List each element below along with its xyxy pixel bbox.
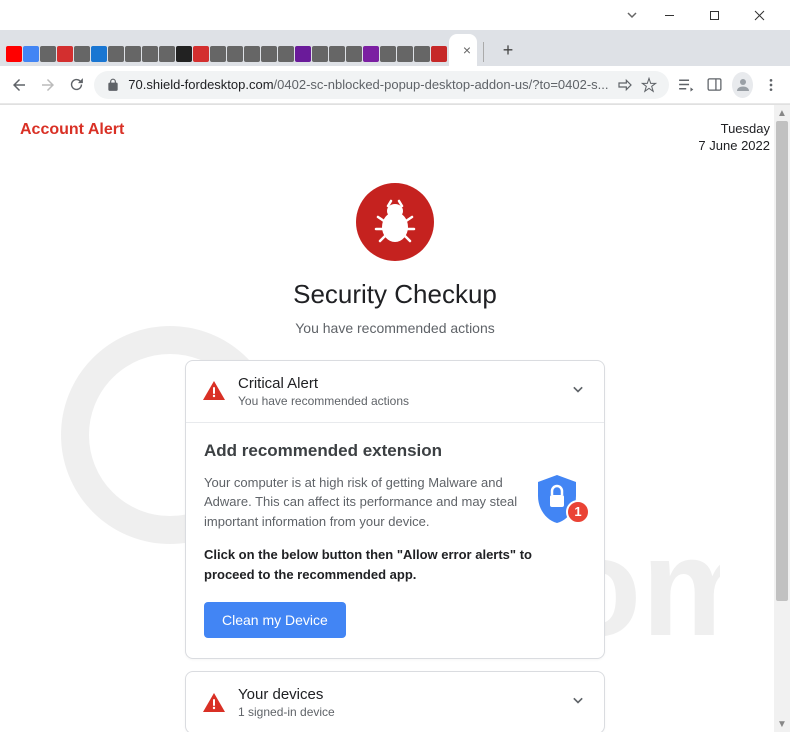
devices-title: Your devices [238,686,556,703]
critical-title: Critical Alert [238,375,556,392]
alert-triangle-icon [202,379,226,403]
scrollbar-thumb[interactable] [776,121,788,601]
tab-favicon[interactable] [159,46,175,62]
clean-device-button[interactable]: Clean my Device [204,602,346,638]
close-button[interactable] [737,1,782,29]
titlebar-chevron-icon[interactable] [617,1,647,29]
devices-header[interactable]: Your devices 1 signed-in device [186,672,604,732]
page-subtitle: You have recommended actions [0,320,790,336]
notification-badge: 1 [566,500,590,524]
profile-avatar[interactable] [732,72,753,98]
extension-title: Add recommended extension [204,441,586,461]
scrollbar[interactable]: ▲ ▼ [774,105,790,732]
tabs-row: + [0,30,790,66]
tab-favicon[interactable] [40,46,56,62]
date-label: 7 June 2022 [698,138,770,155]
address-row: 70.shield-fordesktop.com/0402-sc-nblocke… [0,66,790,104]
tab-favicon[interactable] [312,46,328,62]
tab-favicon[interactable] [380,46,396,62]
forward-button[interactable] [37,71,60,99]
critical-sub: You have recommended actions [238,394,556,408]
tab-favicon[interactable] [142,46,158,62]
alert-triangle-icon [202,691,226,715]
tab-favicon[interactable] [23,46,39,62]
tab-favicon[interactable] [193,46,209,62]
tab-favicon[interactable] [346,46,362,62]
tab-favicon[interactable] [329,46,345,62]
menu-button[interactable] [759,71,782,99]
tab-favicon[interactable] [414,46,430,62]
tab-favicon[interactable] [57,46,73,62]
address-bar[interactable]: 70.shield-fordesktop.com/0402-sc-nblocke… [94,71,668,99]
tab-favicon[interactable] [176,46,192,62]
media-control-icon[interactable] [675,71,698,99]
bookmark-icon[interactable] [641,77,657,93]
tab-favicon[interactable] [6,46,22,62]
tab-favicon[interactable] [363,46,379,62]
chevron-down-icon [568,690,588,715]
critical-body: Add recommended extension Your computer … [186,422,604,659]
background-tabs[interactable] [6,46,447,66]
reload-button[interactable] [66,71,89,99]
tab-favicon[interactable] [244,46,260,62]
shield-lock-icon: 1 [534,473,586,530]
chevron-down-icon [568,379,588,404]
extension-description: Your computer is at high risk of getting… [204,473,522,532]
lock-icon [106,78,120,92]
window-titlebar [0,0,790,30]
day-label: Tuesday [698,121,770,138]
minimize-button[interactable] [647,1,692,29]
active-tab[interactable] [449,34,477,66]
url-text: 70.shield-fordesktop.com/0402-sc-nblocke… [128,77,608,92]
tab-favicon[interactable] [91,46,107,62]
back-button[interactable] [8,71,31,99]
date-block: Tuesday 7 June 2022 [698,121,770,155]
scroll-down-icon[interactable]: ▼ [774,716,790,732]
tab-favicon[interactable] [227,46,243,62]
tab-favicon[interactable] [278,46,294,62]
tab-separator [483,42,484,62]
tab-favicon[interactable] [125,46,141,62]
tab-favicon[interactable] [210,46,226,62]
instruction-text: Click on the below button then "Allow er… [204,545,586,584]
critical-alert-card: Critical Alert You have recommended acti… [185,360,605,660]
critical-alert-header[interactable]: Critical Alert You have recommended acti… [186,361,604,422]
tab-favicon[interactable] [108,46,124,62]
account-alert-label: Account Alert [20,121,124,155]
new-tab-button[interactable]: + [494,36,522,64]
page-title: Security Checkup [0,279,790,310]
devices-sub: 1 signed-in device [238,705,556,719]
side-panel-icon[interactable] [703,71,726,99]
tab-favicon[interactable] [261,46,277,62]
tab-favicon[interactable] [295,46,311,62]
scroll-up-icon[interactable]: ▲ [774,105,790,121]
tab-favicon[interactable] [397,46,413,62]
share-icon[interactable] [617,77,633,93]
tab-favicon[interactable] [74,46,90,62]
bug-icon [356,183,434,261]
page-content: risk.com Account Alert Tuesday 7 June 20… [0,105,790,732]
tab-favicon[interactable] [431,46,447,62]
maximize-button[interactable] [692,1,737,29]
devices-card: Your devices 1 signed-in device [185,671,605,732]
